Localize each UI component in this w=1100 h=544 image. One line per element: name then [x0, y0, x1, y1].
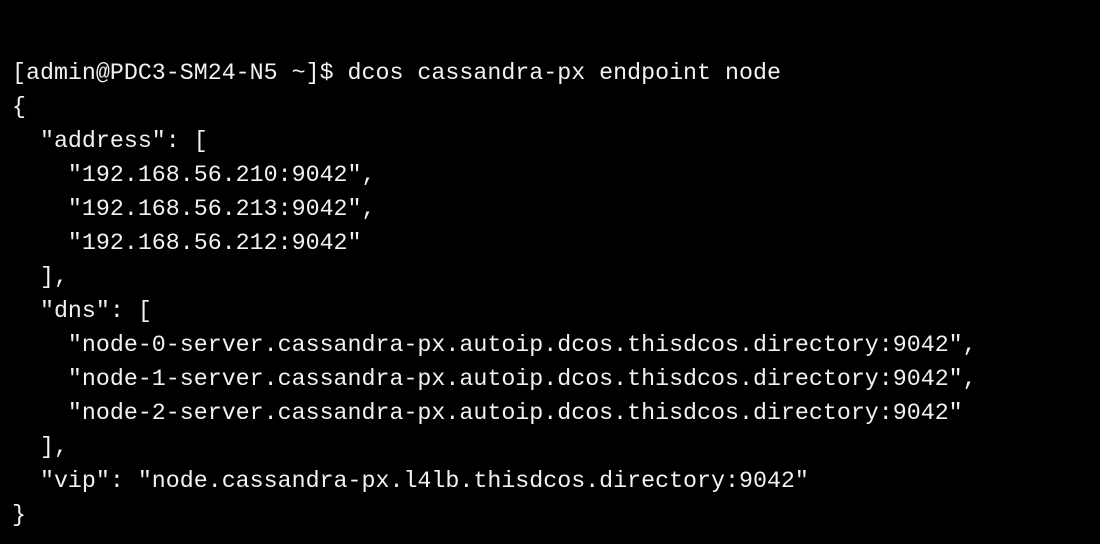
output-line: "node-1-server.cassandra-px.autoip.dcos.… — [12, 366, 977, 392]
output-line: "192.168.56.213:9042", — [12, 196, 376, 222]
output-line: "dns": [ — [12, 298, 152, 324]
output-line: "192.168.56.210:9042", — [12, 162, 376, 188]
command-prompt-line: [admin@PDC3-SM24-N5 ~]$ dcos cassandra-p… — [12, 60, 781, 86]
output-line: ], — [12, 434, 68, 460]
output-line: "vip": "node.cassandra-px.l4lb.thisdcos.… — [12, 468, 809, 494]
output-line: { — [12, 94, 26, 120]
output-line: "node-0-server.cassandra-px.autoip.dcos.… — [12, 332, 977, 358]
output-line: } — [12, 502, 26, 528]
terminal-output[interactable]: [admin@PDC3-SM24-N5 ~]$ dcos cassandra-p… — [0, 0, 1100, 532]
output-line: "node-2-server.cassandra-px.autoip.dcos.… — [12, 400, 963, 426]
output-line: "address": [ — [12, 128, 208, 154]
output-line: "192.168.56.212:9042" — [12, 230, 362, 256]
output-line: ], — [12, 264, 68, 290]
